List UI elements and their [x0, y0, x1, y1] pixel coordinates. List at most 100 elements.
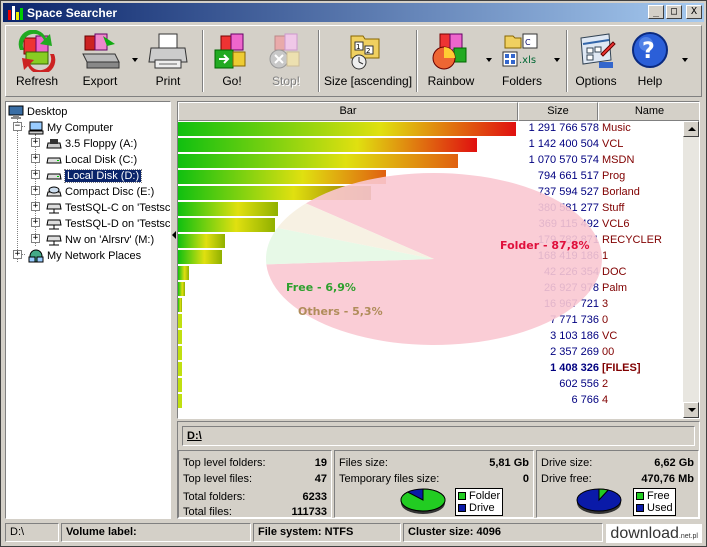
table-row[interactable]: 794 661 517 Prog [178, 169, 685, 185]
folders-dropdown-arrow[interactable] [554, 58, 560, 62]
top-level-files-value: 47 [314, 473, 327, 485]
size-cell: 168 419 186 [537, 250, 599, 262]
expand-toggle[interactable]: + [31, 138, 40, 147]
expand-toggle[interactable]: + [31, 218, 40, 227]
table-row[interactable]: 16 967 721 3 [178, 297, 685, 313]
tree-item-testsql-c[interactable]: TestSQL-C on 'Testsc [46, 200, 170, 216]
tree-item-my-computer[interactable]: My Computer [28, 120, 113, 136]
expand-toggle[interactable]: + [31, 154, 40, 163]
tree-item-desktop[interactable]: Desktop [8, 104, 67, 120]
column-header-size[interactable]: Size [518, 102, 598, 121]
status-bar: D:\ Volume label: File system: NTFS Clus… [3, 522, 706, 544]
size-bar [178, 394, 182, 408]
tree-item-nw-alrsrv[interactable]: Nw on 'Alrsrv' (M:) [46, 232, 154, 248]
help-dropdown-arrow[interactable] [682, 58, 688, 62]
table-row[interactable]: 602 556 2 [178, 377, 685, 393]
size-cell: 1 291 766 578 [528, 122, 599, 134]
expand-toggle[interactable]: + [31, 170, 40, 179]
tree-item-local-disk-d[interactable]: Local Disk (D:) [46, 168, 143, 184]
total-files-value: 111733 [291, 506, 328, 518]
size-cell: 602 556 [559, 378, 599, 390]
name-cell: 4 [602, 394, 609, 406]
table-row[interactable]: 1 142 400 504 VCL [178, 137, 685, 153]
tree-item-floppy[interactable]: 3.5 Floppy (A:) [46, 136, 137, 152]
table-row[interactable]: 1 408 326 [FILES] [178, 361, 685, 377]
folder-tree[interactable]: Desktop − My Computer + 3.5 Floppy (A:) … [5, 101, 171, 519]
floppy-drive-icon [46, 137, 62, 151]
table-row[interactable]: 3 103 186 VC [178, 329, 685, 345]
network-places-icon [28, 249, 44, 263]
refresh-button[interactable]: Refresh [14, 28, 60, 94]
expand-toggle[interactable]: + [31, 234, 40, 243]
size-bar [178, 282, 185, 296]
table-row[interactable]: 369 115 492 VCL6 [178, 217, 685, 233]
folders-button[interactable]: C .xls Folders [496, 28, 548, 94]
tree-item-testsql-d[interactable]: TestSQL-D on 'Testsc [46, 216, 170, 232]
pie-slice [400, 488, 446, 512]
export-icon [79, 30, 121, 72]
legend-swatch [458, 504, 466, 512]
vertical-scrollbar[interactable] [683, 121, 699, 418]
watermark-logo: download.net.pl [606, 524, 702, 543]
go-button[interactable]: Go! [210, 28, 254, 94]
tree-label: Compact Disc (E:) [65, 186, 155, 198]
size-sort-button[interactable]: 12 Size [ascending] [324, 28, 412, 94]
info-panel: D:\ Top level folders: 19 Top level files… [177, 421, 700, 519]
tree-label: My Network Places [47, 250, 142, 262]
folder-size-list[interactable]: Bar Size Name 1 291 766 578 Music 1 142 40… [177, 101, 700, 419]
table-row[interactable]: 2 357 269 00 [178, 345, 685, 361]
stat-label: Files size: [339, 457, 388, 469]
scroll-up-button[interactable] [683, 121, 699, 137]
expand-toggle[interactable]: + [13, 250, 22, 259]
export-dropdown-arrow[interactable] [132, 58, 138, 62]
status-cluster-size: Cluster size: 4096 [403, 523, 603, 542]
collapse-toggle[interactable]: − [13, 122, 22, 131]
table-row[interactable]: 179 782 871 RECYCLER [178, 233, 685, 249]
table-row[interactable]: 1 291 766 578 Music [178, 121, 685, 137]
table-row[interactable]: 26 927 978 Palm [178, 281, 685, 297]
column-header-name[interactable]: Name [598, 102, 699, 121]
table-row[interactable]: 42 226 354 DOC [178, 265, 685, 281]
column-header-bar[interactable]: Bar [178, 102, 518, 121]
export-button[interactable]: Export [78, 28, 122, 94]
maximize-button[interactable]: □ [666, 5, 682, 19]
table-row[interactable]: 737 594 527 Borland [178, 185, 685, 201]
print-label: Print [155, 74, 181, 88]
table-row[interactable]: 6 766 4 [178, 393, 685, 409]
help-label: Help [637, 74, 663, 88]
total-folders-value: 6233 [302, 491, 327, 503]
rainbow-button[interactable]: Rainbow [424, 28, 478, 94]
size-bar [178, 298, 182, 312]
size-bar [178, 186, 371, 200]
print-button[interactable]: Print [146, 28, 190, 94]
name-cell: Palm [602, 282, 628, 294]
options-button[interactable]: Options [572, 28, 620, 94]
stop-button[interactable]: Stop! [264, 28, 308, 94]
stat-label: Drive size: [541, 457, 593, 469]
table-row[interactable]: 168 419 186 1 [178, 249, 685, 265]
computer-icon [28, 121, 44, 135]
minimize-button[interactable]: _ [648, 5, 664, 19]
tree-label: 3.5 Floppy (A:) [65, 138, 138, 150]
collapse-arrow-icon[interactable] [172, 231, 176, 239]
table-row[interactable]: 7 771 736 0 [178, 313, 685, 329]
scroll-down-button[interactable] [683, 402, 699, 418]
tree-item-local-disk-c[interactable]: Local Disk (C:) [46, 152, 137, 168]
tree-item-network-places[interactable]: My Network Places [28, 248, 141, 264]
table-row[interactable]: 380 581 277 Stuff [178, 201, 685, 217]
help-button[interactable]: ? Help [628, 28, 672, 94]
size-cell: 737 594 527 [537, 186, 599, 198]
expand-toggle[interactable]: + [31, 186, 40, 195]
table-row[interactable]: 1 070 570 574 MSDN [178, 153, 685, 169]
expand-toggle[interactable]: + [31, 202, 40, 211]
size-cell: 26 927 978 [543, 282, 599, 294]
go-label: Go! [222, 74, 242, 88]
cd-drive-icon [46, 185, 62, 199]
hard-drive-icon [46, 169, 62, 183]
close-button[interactable]: X [686, 5, 702, 19]
legend-label: Used [647, 502, 673, 514]
tree-item-compact-disc[interactable]: Compact Disc (E:) [46, 184, 154, 200]
rainbow-dropdown-arrow[interactable] [486, 58, 492, 62]
sort-size-icon: 12 [345, 30, 387, 72]
rainbow-label: Rainbow [427, 74, 475, 88]
